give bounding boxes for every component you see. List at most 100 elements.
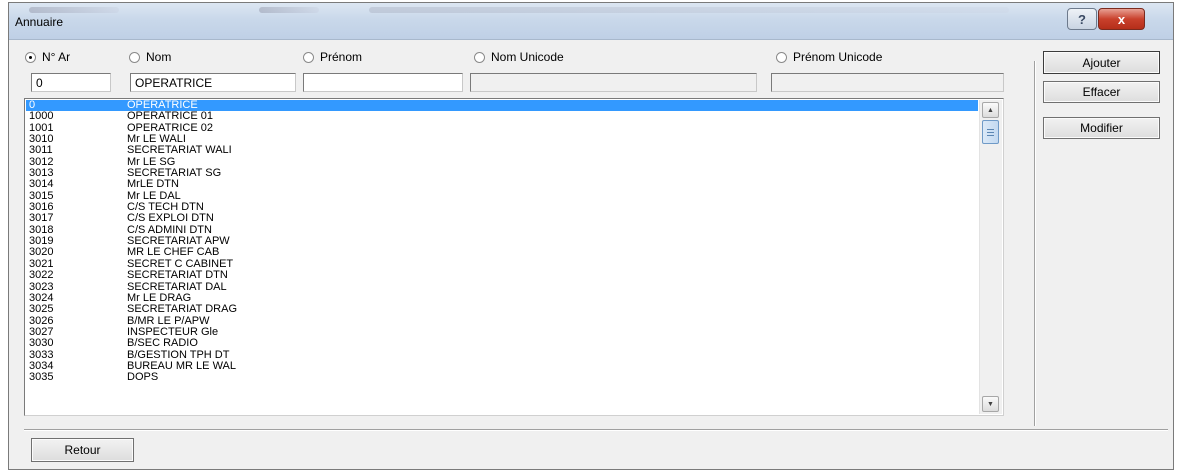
grip-line bbox=[987, 132, 994, 133]
list-item-number: 3018 bbox=[29, 223, 54, 236]
horizontal-separator bbox=[24, 429, 1168, 431]
arrow-down-icon: ▼ bbox=[987, 400, 994, 408]
list-item[interactable]: 3030 B/SEC RADIO bbox=[26, 338, 978, 349]
radio-circle[interactable] bbox=[474, 51, 485, 63]
list-item-number: 3034 bbox=[29, 359, 54, 372]
modifier-button[interactable]: Modifier bbox=[1043, 117, 1160, 139]
prenom-unicode-field[interactable] bbox=[771, 73, 1004, 92]
vertical-scrollbar[interactable]: ▲ ▼ bbox=[979, 100, 1002, 414]
scrollbar-thumb[interactable] bbox=[982, 120, 999, 144]
list-item-number: 3021 bbox=[29, 257, 54, 270]
title-bar-decoration bbox=[259, 7, 319, 13]
close-icon: x bbox=[1117, 11, 1126, 27]
list-item-name: Mr LE DAL bbox=[127, 189, 181, 202]
list-item-number: 3027 bbox=[29, 325, 54, 338]
list-item-number: 3020 bbox=[29, 246, 54, 259]
nom-field[interactable] bbox=[130, 73, 296, 92]
retour-button[interactable]: Retour bbox=[31, 438, 134, 462]
radio-nom[interactable]: Nom bbox=[129, 50, 171, 64]
radio-prenom[interactable]: Prénom bbox=[303, 50, 362, 64]
help-button[interactable]: ? bbox=[1067, 8, 1097, 30]
list-item-name: B/SEC RADIO bbox=[127, 337, 198, 350]
list-item-number: 3030 bbox=[29, 337, 54, 350]
list-item-name: OPERATRICE 01 bbox=[127, 110, 213, 123]
radio-nom-unicode[interactable]: Nom Unicode bbox=[474, 50, 564, 64]
list-item-number: 3025 bbox=[29, 303, 54, 316]
list-item-number: 0 bbox=[29, 99, 36, 111]
list-item-number: 3011 bbox=[29, 144, 53, 157]
radio-numero[interactable]: N° Ar bbox=[25, 50, 70, 64]
list-item-name: Mr LE DRAG bbox=[127, 291, 192, 304]
list-item[interactable]: 1000 OPERATRICE 01 bbox=[26, 111, 978, 122]
list-item[interactable]: 3035 DOPS bbox=[26, 372, 978, 383]
window-title: Annuaire bbox=[15, 15, 64, 29]
list-item[interactable]: 3034 BUREAU MR LE WAL bbox=[26, 359, 978, 372]
list-item-number: 3023 bbox=[29, 280, 54, 293]
list-item-name: BUREAU MR LE WAL bbox=[127, 359, 237, 372]
list-item-name: C/S EXPLOI DTN bbox=[127, 212, 214, 225]
list-item-number: 3013 bbox=[29, 167, 54, 180]
numero-field[interactable] bbox=[31, 73, 111, 92]
nom-unicode-field[interactable] bbox=[470, 73, 757, 92]
annuaire-window: Annuaire ? x N° Ar Nom Prénom Nom Unicod… bbox=[8, 2, 1174, 470]
list-item[interactable]: 3025 SECRETARIAT DRAG bbox=[26, 304, 978, 315]
prenom-field[interactable] bbox=[303, 73, 463, 92]
list-item-number: 3016 bbox=[29, 201, 54, 214]
modifier-label: Modifier bbox=[1080, 121, 1123, 135]
list-item-name: SECRETARIAT APW bbox=[127, 235, 230, 248]
arrow-up-icon: ▲ bbox=[987, 106, 994, 114]
list-item-number: 3014 bbox=[29, 178, 54, 191]
radio-label: Nom bbox=[146, 50, 172, 64]
scroll-up-button[interactable]: ▲ bbox=[982, 102, 999, 118]
radio-circle[interactable] bbox=[129, 51, 140, 63]
list-item-number: 3012 bbox=[29, 155, 54, 168]
list-item-number: 3033 bbox=[29, 348, 54, 361]
list-item-name: SECRETARIAT DRAG bbox=[127, 303, 238, 316]
radio-circle[interactable] bbox=[776, 51, 787, 63]
list-item-name: SECRETARIAT SG bbox=[127, 167, 222, 180]
list-item-name: OPERATRICE 02 bbox=[127, 121, 213, 134]
title-bar[interactable]: Annuaire ? x bbox=[9, 3, 1173, 40]
list-item-name: B/MR LE P/APW bbox=[127, 314, 210, 327]
radio-label: Prénom Unicode bbox=[793, 50, 883, 64]
list-item-number: 3024 bbox=[29, 291, 54, 304]
close-button[interactable]: x bbox=[1098, 8, 1145, 30]
list-item-name: Mr LE SG bbox=[127, 155, 176, 168]
retour-label: Retour bbox=[64, 443, 101, 457]
list-item-name: MrLE DTN bbox=[127, 178, 179, 191]
list-item-name: DOPS bbox=[127, 371, 159, 384]
list-item-number: 3026 bbox=[29, 314, 54, 327]
help-icon: ? bbox=[1078, 11, 1086, 27]
ajouter-label: Ajouter bbox=[1082, 55, 1121, 70]
list-item-name: SECRET C CABINET bbox=[127, 257, 234, 270]
radio-label: Prénom bbox=[320, 50, 363, 64]
directory-rows: 0 OPERATRICE 1000 OPERATRICE 01 1001 OPERATRI… bbox=[26, 100, 978, 384]
scroll-down-button[interactable]: ▼ bbox=[982, 396, 999, 412]
effacer-label: Effacer bbox=[1082, 85, 1121, 99]
radio-prenom-unicode[interactable]: Prénom Unicode bbox=[776, 50, 882, 64]
radio-circle[interactable] bbox=[303, 51, 314, 63]
radio-label: N° Ar bbox=[42, 50, 71, 64]
grip-line bbox=[987, 135, 994, 136]
list-item-name: C/S ADMINI DTN bbox=[127, 223, 212, 236]
radio-label: Nom Unicode bbox=[491, 50, 564, 64]
list-item-name: SECRETARIAT DTN bbox=[127, 269, 228, 282]
list-item-number: 1000 bbox=[29, 110, 54, 123]
list-item-number: 3017 bbox=[29, 212, 54, 225]
directory-list[interactable]: 0 OPERATRICE 1000 OPERATRICE 01 1001 OPERATRI… bbox=[24, 98, 1004, 416]
title-bar-decoration bbox=[369, 7, 1009, 13]
grip-line bbox=[987, 129, 994, 130]
list-item-number: 3022 bbox=[29, 269, 54, 282]
radio-circle[interactable] bbox=[25, 51, 36, 63]
list-item-name: Mr LE WALI bbox=[127, 133, 186, 146]
list-item-name: MR LE CHEF CAB bbox=[127, 246, 220, 259]
list-item-number: 3015 bbox=[29, 189, 54, 202]
list-item-number: 3019 bbox=[29, 235, 54, 248]
ajouter-button[interactable]: Ajouter bbox=[1043, 51, 1160, 74]
list-item[interactable]: 3022 SECRETARIAT DTN bbox=[26, 270, 978, 281]
effacer-button[interactable]: Effacer bbox=[1043, 81, 1160, 103]
list-item-number: 1001 bbox=[29, 121, 54, 134]
list-item-name: SECRETARIAT WALI bbox=[127, 144, 232, 157]
list-item-name: INSPECTEUR Gle bbox=[127, 325, 219, 338]
list-item-name: OPERATRICE bbox=[127, 99, 198, 111]
